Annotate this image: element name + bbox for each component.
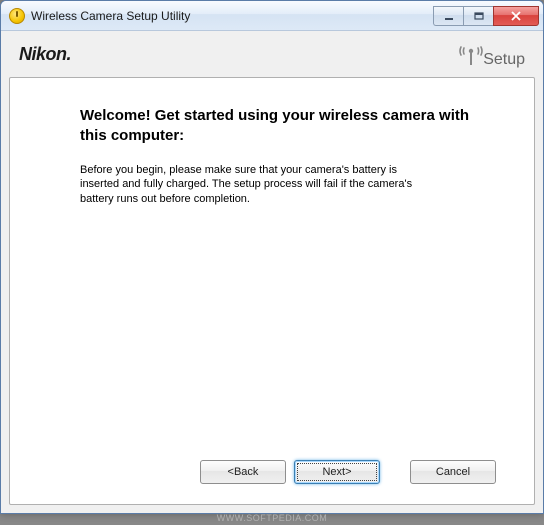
content-panel: Welcome! Get started using your wireless… [9, 77, 535, 505]
back-button[interactable]: <Back [200, 460, 286, 484]
welcome-heading: Welcome! Get started using your wireless… [80, 106, 496, 147]
wizard-button-row: <Back Next> Cancel [80, 446, 496, 484]
setup-logo: Setup [457, 41, 525, 67]
window-title: Wireless Camera Setup Utility [31, 9, 433, 23]
welcome-body: Before you begin, please make sure that … [80, 163, 420, 208]
app-body: Nikon. Setup Welcome! Get started using … [1, 31, 543, 513]
app-window: Wireless Camera Setup Utility Nikon. [0, 0, 544, 514]
minimize-icon [444, 12, 454, 20]
app-icon [9, 8, 25, 24]
wireless-icon [457, 41, 485, 67]
close-icon [510, 11, 522, 21]
close-button[interactable] [493, 6, 539, 26]
setup-logo-text: Setup [483, 51, 525, 69]
next-button[interactable]: Next> [294, 460, 380, 484]
watermark-footer: WWW.SOFTPEDIA.COM [0, 513, 544, 523]
maximize-icon [474, 12, 484, 20]
titlebar[interactable]: Wireless Camera Setup Utility [1, 1, 543, 31]
brand-logo: Nikon. [19, 44, 71, 65]
window-controls [433, 6, 539, 26]
minimize-button[interactable] [433, 6, 463, 26]
maximize-button[interactable] [463, 6, 493, 26]
cancel-button[interactable]: Cancel [410, 460, 496, 484]
header-row: Nikon. Setup [9, 37, 535, 77]
